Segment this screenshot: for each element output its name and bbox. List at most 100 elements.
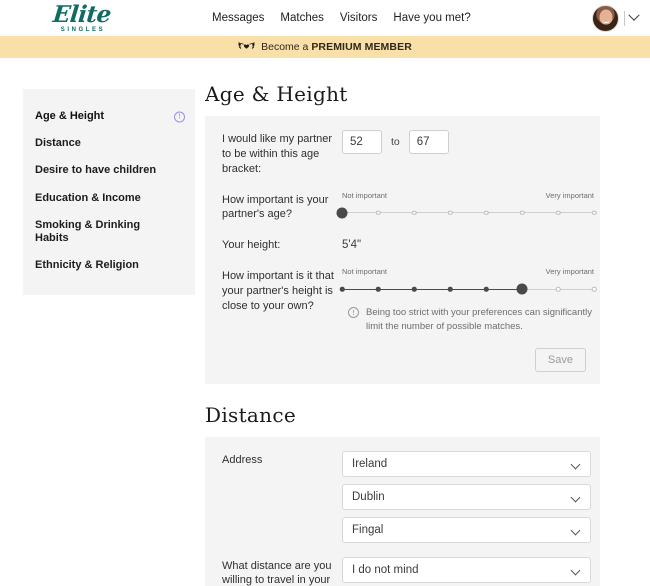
- slider-tick[interactable]: [555, 210, 561, 215]
- slider-tick[interactable]: [555, 286, 561, 292]
- slider-tick[interactable]: [447, 210, 453, 215]
- age-min-input[interactable]: [342, 130, 382, 154]
- travel-distance-value: I do not mind: [352, 563, 419, 576]
- sidebar-item-label: Distance: [35, 137, 81, 150]
- age-bracket-label: I would like my partner to be within thi…: [222, 133, 333, 175]
- region-select[interactable]: Fingal: [342, 516, 591, 543]
- chevron-down-icon: [570, 492, 581, 503]
- age-importance-label: How important is your partner's age?: [222, 193, 329, 221]
- city-select-value: Dublin: [352, 490, 385, 503]
- nav-item-matches[interactable]: Matches: [280, 12, 323, 24]
- slider-tick[interactable]: [591, 286, 597, 292]
- chevron-down-icon: [570, 565, 581, 576]
- travel-distance-label: What distance are you willing to travel …: [222, 559, 332, 586]
- strictness-note: ! Being too strict with your preferences…: [342, 306, 594, 334]
- site-header: Elite SINGLES Messages Matches Visitors …: [0, 0, 650, 36]
- slider-tick[interactable]: [411, 210, 417, 215]
- height-importance-slider[interactable]: Not important Very important: [339, 267, 597, 295]
- save-row: Save: [214, 347, 586, 372]
- slider-tick[interactable]: [483, 210, 489, 215]
- age-bracket-field: to: [342, 130, 586, 154]
- chevron-down-icon: [570, 459, 581, 470]
- address-label: Address: [222, 453, 263, 466]
- chevron-down-icon[interactable]: [628, 9, 640, 21]
- city-select[interactable]: Dublin: [342, 483, 591, 510]
- height-importance-field: Not important Very important ! Being too…: [339, 267, 597, 334]
- banner-emphasis: PREMIUM MEMBER: [311, 41, 412, 53]
- chevron-down-icon: [570, 525, 581, 536]
- height-importance-label: How important is it that your partner's …: [222, 270, 334, 312]
- slider-thumb[interactable]: [336, 207, 348, 219]
- panel-distance: Address Ireland Dublin Fingal What dista…: [205, 436, 600, 586]
- sidebar-item-label: Desire to have children: [35, 164, 157, 177]
- settings-sidebar: Age & Height ! Distance Desire to have c…: [23, 89, 195, 296]
- strictness-note-text: Being too strict with your preferences c…: [366, 307, 592, 332]
- sidebar-item-label: Ethnicity & Religion: [35, 259, 139, 272]
- sidebar-item-desire-children[interactable]: Desire to have children: [23, 157, 195, 184]
- nav-item-have-you-met[interactable]: Have you met?: [393, 12, 470, 24]
- age-max-input[interactable]: [408, 130, 449, 154]
- height-slider-labels: Not important Very important: [342, 267, 594, 276]
- region-select-value: Fingal: [352, 523, 384, 536]
- row-age-importance: How important is your partner's age? Not…: [214, 191, 597, 223]
- sidebar-item-education-income[interactable]: Education & Income: [23, 185, 195, 212]
- your-height-label: Your height:: [222, 239, 281, 252]
- slider-tick[interactable]: [339, 286, 345, 292]
- section-title-distance: Distance: [205, 402, 296, 427]
- your-height-value[interactable]: 5'4": [342, 236, 586, 251]
- slider-thumb[interactable]: [516, 283, 528, 295]
- banner-text: Become a PREMIUM MEMBER: [261, 41, 412, 53]
- nav-item-messages[interactable]: Messages: [212, 12, 264, 24]
- slider-high-label: Very important: [545, 267, 594, 277]
- age-range-separator: to: [391, 136, 400, 148]
- age-importance-field: Not important Very important: [336, 191, 597, 219]
- profile-menu[interactable]: [592, 0, 640, 36]
- profile-divider: [624, 10, 625, 26]
- age-slider-track[interactable]: [336, 207, 597, 219]
- banner-prefix: Become a: [261, 41, 312, 53]
- page-root: Elite SINGLES Messages Matches Visitors …: [0, 0, 650, 586]
- country-select[interactable]: Ireland: [342, 450, 591, 477]
- row-height-importance: How important is it that your partner's …: [214, 267, 597, 334]
- nav-item-visitors[interactable]: Visitors: [340, 12, 378, 24]
- sidebar-item-smoking-drinking[interactable]: Smoking & Drinking Habits: [23, 212, 195, 252]
- panel-age-height: I would like my partner to be within thi…: [205, 116, 600, 384]
- slider-track-fill: [342, 288, 522, 291]
- brand-logo[interactable]: Elite SINGLES: [17, 1, 147, 35]
- sidebar-item-distance[interactable]: Distance: [23, 130, 195, 157]
- your-height-field: 5'4": [342, 236, 586, 251]
- winged-heart-icon: [238, 41, 256, 49]
- slider-tick[interactable]: [447, 286, 453, 292]
- main-nav: Messages Matches Visitors Have you met?: [212, 0, 471, 36]
- address-field: Ireland Dublin Fingal: [342, 450, 591, 543]
- slider-tick[interactable]: [519, 210, 525, 215]
- row-age-bracket: I would like my partner to be within thi…: [214, 130, 586, 177]
- slider-low-label: Not important: [342, 267, 388, 277]
- sidebar-item-label: Education & Income: [35, 191, 141, 204]
- avatar[interactable]: [592, 4, 619, 32]
- slider-tick[interactable]: [375, 210, 381, 215]
- slider-tick[interactable]: [411, 286, 417, 292]
- sidebar-item-label: Age & Height: [35, 110, 105, 122]
- info-icon: !: [348, 307, 359, 319]
- settings-content: Age & Height I would like my partner to …: [205, 82, 600, 586]
- row-travel-distance: What distance are you willing to travel …: [214, 556, 591, 586]
- age-importance-slider[interactable]: Not important Very important: [336, 191, 597, 219]
- slider-tick[interactable]: [375, 286, 381, 292]
- country-select-value: Ireland: [352, 457, 388, 470]
- premium-banner[interactable]: Become a PREMIUM MEMBER: [0, 36, 650, 58]
- section-title-age-height: Age & Height: [205, 82, 348, 106]
- save-button[interactable]: Save: [534, 347, 586, 372]
- age-slider-labels: Not important Very important: [342, 191, 594, 200]
- row-your-height: Your height: 5'4": [214, 236, 586, 253]
- slider-tick[interactable]: [591, 210, 597, 215]
- sidebar-item-age-height[interactable]: Age & Height !: [23, 103, 195, 130]
- slider-tick[interactable]: [483, 286, 489, 292]
- travel-distance-field: I do not mind: [342, 556, 591, 583]
- height-slider-track[interactable]: [339, 283, 597, 295]
- row-address: Address Ireland Dublin Fingal: [214, 450, 591, 543]
- travel-distance-select[interactable]: I do not mind: [342, 556, 591, 583]
- info-icon[interactable]: !: [174, 111, 185, 123]
- sidebar-item-ethnicity-religion[interactable]: Ethnicity & Religion: [23, 252, 195, 279]
- slider-high-label: Very important: [545, 190, 594, 200]
